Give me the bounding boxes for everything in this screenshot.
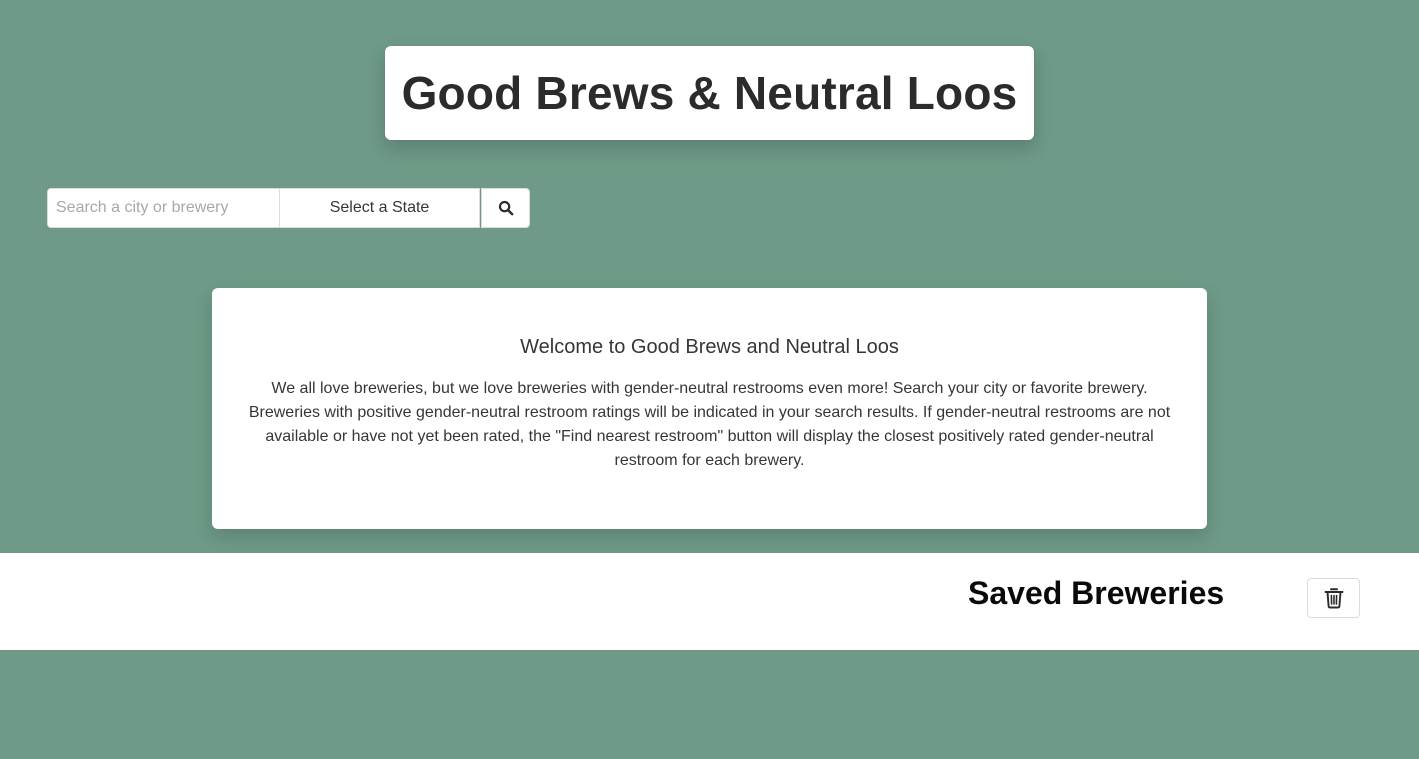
search-icon <box>498 200 513 216</box>
search-input[interactable] <box>47 188 280 228</box>
search-bar: Select a State <box>47 188 530 228</box>
state-select-label: Select a State <box>329 199 430 216</box>
clear-saved-button[interactable] <box>1307 578 1360 618</box>
welcome-card: Welcome to Good Brews and Neutral Loos W… <box>212 288 1207 529</box>
trash-icon <box>1324 588 1343 609</box>
welcome-heading: Welcome to Good Brews and Neutral Loos <box>520 336 899 358</box>
page-title: Good Brews & Neutral Loos <box>401 67 1018 119</box>
title-banner: Good Brews & Neutral Loos <box>385 46 1034 140</box>
saved-breweries-section: Saved Breweries <box>0 553 1419 650</box>
state-select[interactable]: Select a State <box>280 188 480 228</box>
welcome-text: We all love breweries, but we love brewe… <box>248 380 1171 469</box>
saved-breweries-title: Saved Breweries <box>968 575 1225 611</box>
search-button[interactable] <box>481 188 530 228</box>
